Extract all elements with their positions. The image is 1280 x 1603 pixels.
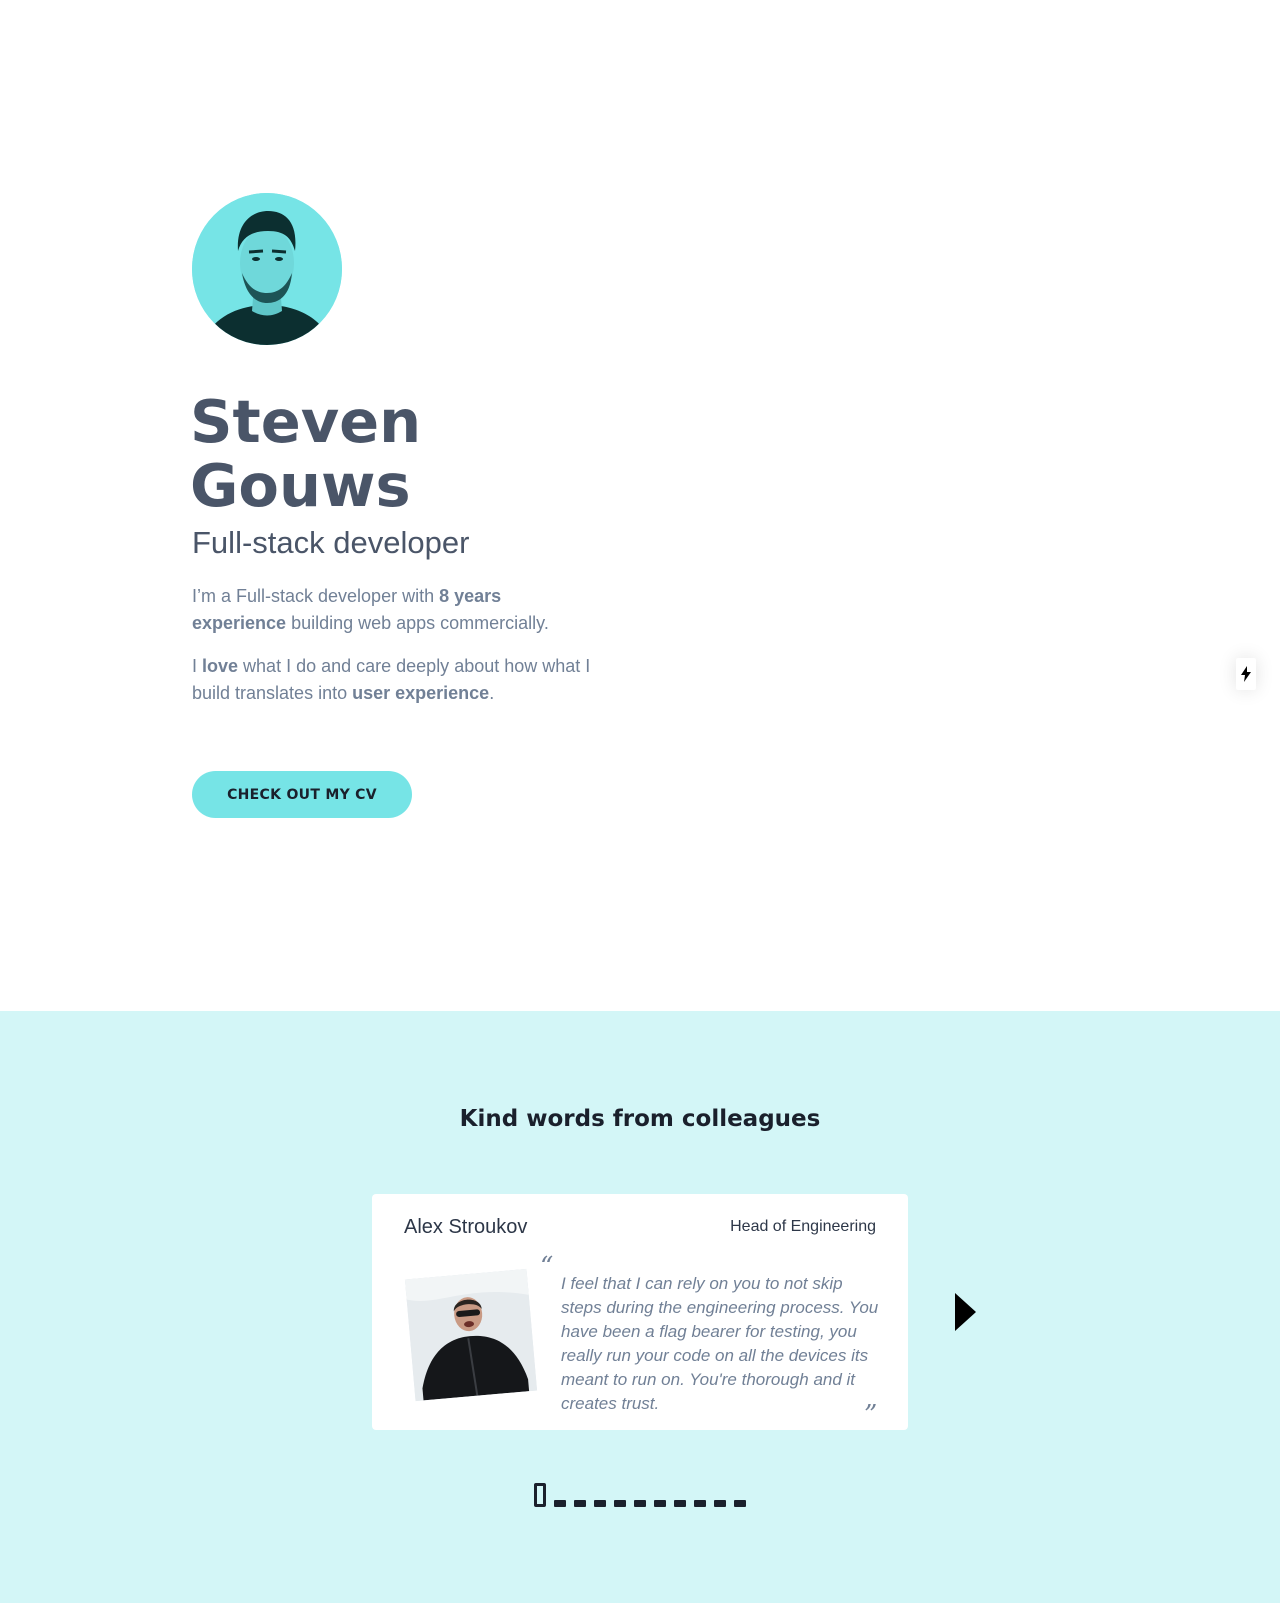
bio-2-bold-b: user experience (352, 683, 490, 703)
carousel-dot-3[interactable] (574, 1500, 586, 1507)
carousel-dot-9[interactable] (694, 1500, 706, 1507)
carousel-dot-5[interactable] (614, 1500, 626, 1507)
hero-name-line2: Gouws (190, 451, 411, 520)
carousel-dot-1[interactable] (534, 1483, 546, 1507)
testimonial-job-title: Head of Engineering (730, 1218, 876, 1235)
testimonials-section: Kind words from colleagues Alex Stroukov… (0, 1011, 1280, 1603)
testimonial-quote: I feel that I can rely on you to not ski… (561, 1274, 879, 1413)
quote-close-icon: ” (864, 1400, 878, 1430)
bio-paragraph-2: I love what I do and care deeply about h… (192, 653, 592, 707)
lightning-icon (1241, 666, 1251, 682)
carousel-dot-8[interactable] (674, 1500, 686, 1507)
carousel-dot-2[interactable] (554, 1500, 566, 1507)
bio-1-text-b: building web apps commercially. (286, 613, 549, 633)
side-tab[interactable] (1236, 658, 1256, 690)
carousel-dot-6[interactable] (634, 1500, 646, 1507)
hero-name-line1: Steven (190, 387, 422, 456)
carousel-dot-7[interactable] (654, 1500, 666, 1507)
quote-open-icon: “ (540, 1252, 554, 1282)
check-out-cv-button[interactable]: CHECK OUT MY CV (192, 771, 412, 818)
testimonial-card: Alex Stroukov Head of Engineering “ I fe… (372, 1194, 908, 1430)
hero-role: Full-stack developer (192, 525, 470, 560)
carousel-dot-11[interactable] (734, 1500, 746, 1507)
bio-2-text-a: I (192, 656, 203, 676)
carousel-dot-4[interactable] (594, 1500, 606, 1507)
bio-2-text-c: . (489, 683, 495, 703)
carousel-dot-10[interactable] (714, 1500, 726, 1507)
section-title: Kind words from colleagues (459, 1106, 821, 1132)
carousel-dots (534, 1483, 746, 1507)
hero-section: Steven Gouws Full-stack developer I’m a … (0, 0, 1280, 1011)
next-arrow-icon[interactable] (955, 1293, 976, 1331)
bio-paragraph-1: I’m a Full-stack developer with 8 years … (192, 583, 592, 637)
profile-avatar (192, 193, 342, 345)
bio-2-bold-a: love (202, 656, 239, 676)
hero-name: Steven Gouws (190, 390, 610, 518)
testimonial-photo (404, 1268, 538, 1402)
bio-1-text-a: I’m a Full-stack developer with (192, 586, 440, 606)
testimonial-name: Alex Stroukov (404, 1216, 528, 1238)
